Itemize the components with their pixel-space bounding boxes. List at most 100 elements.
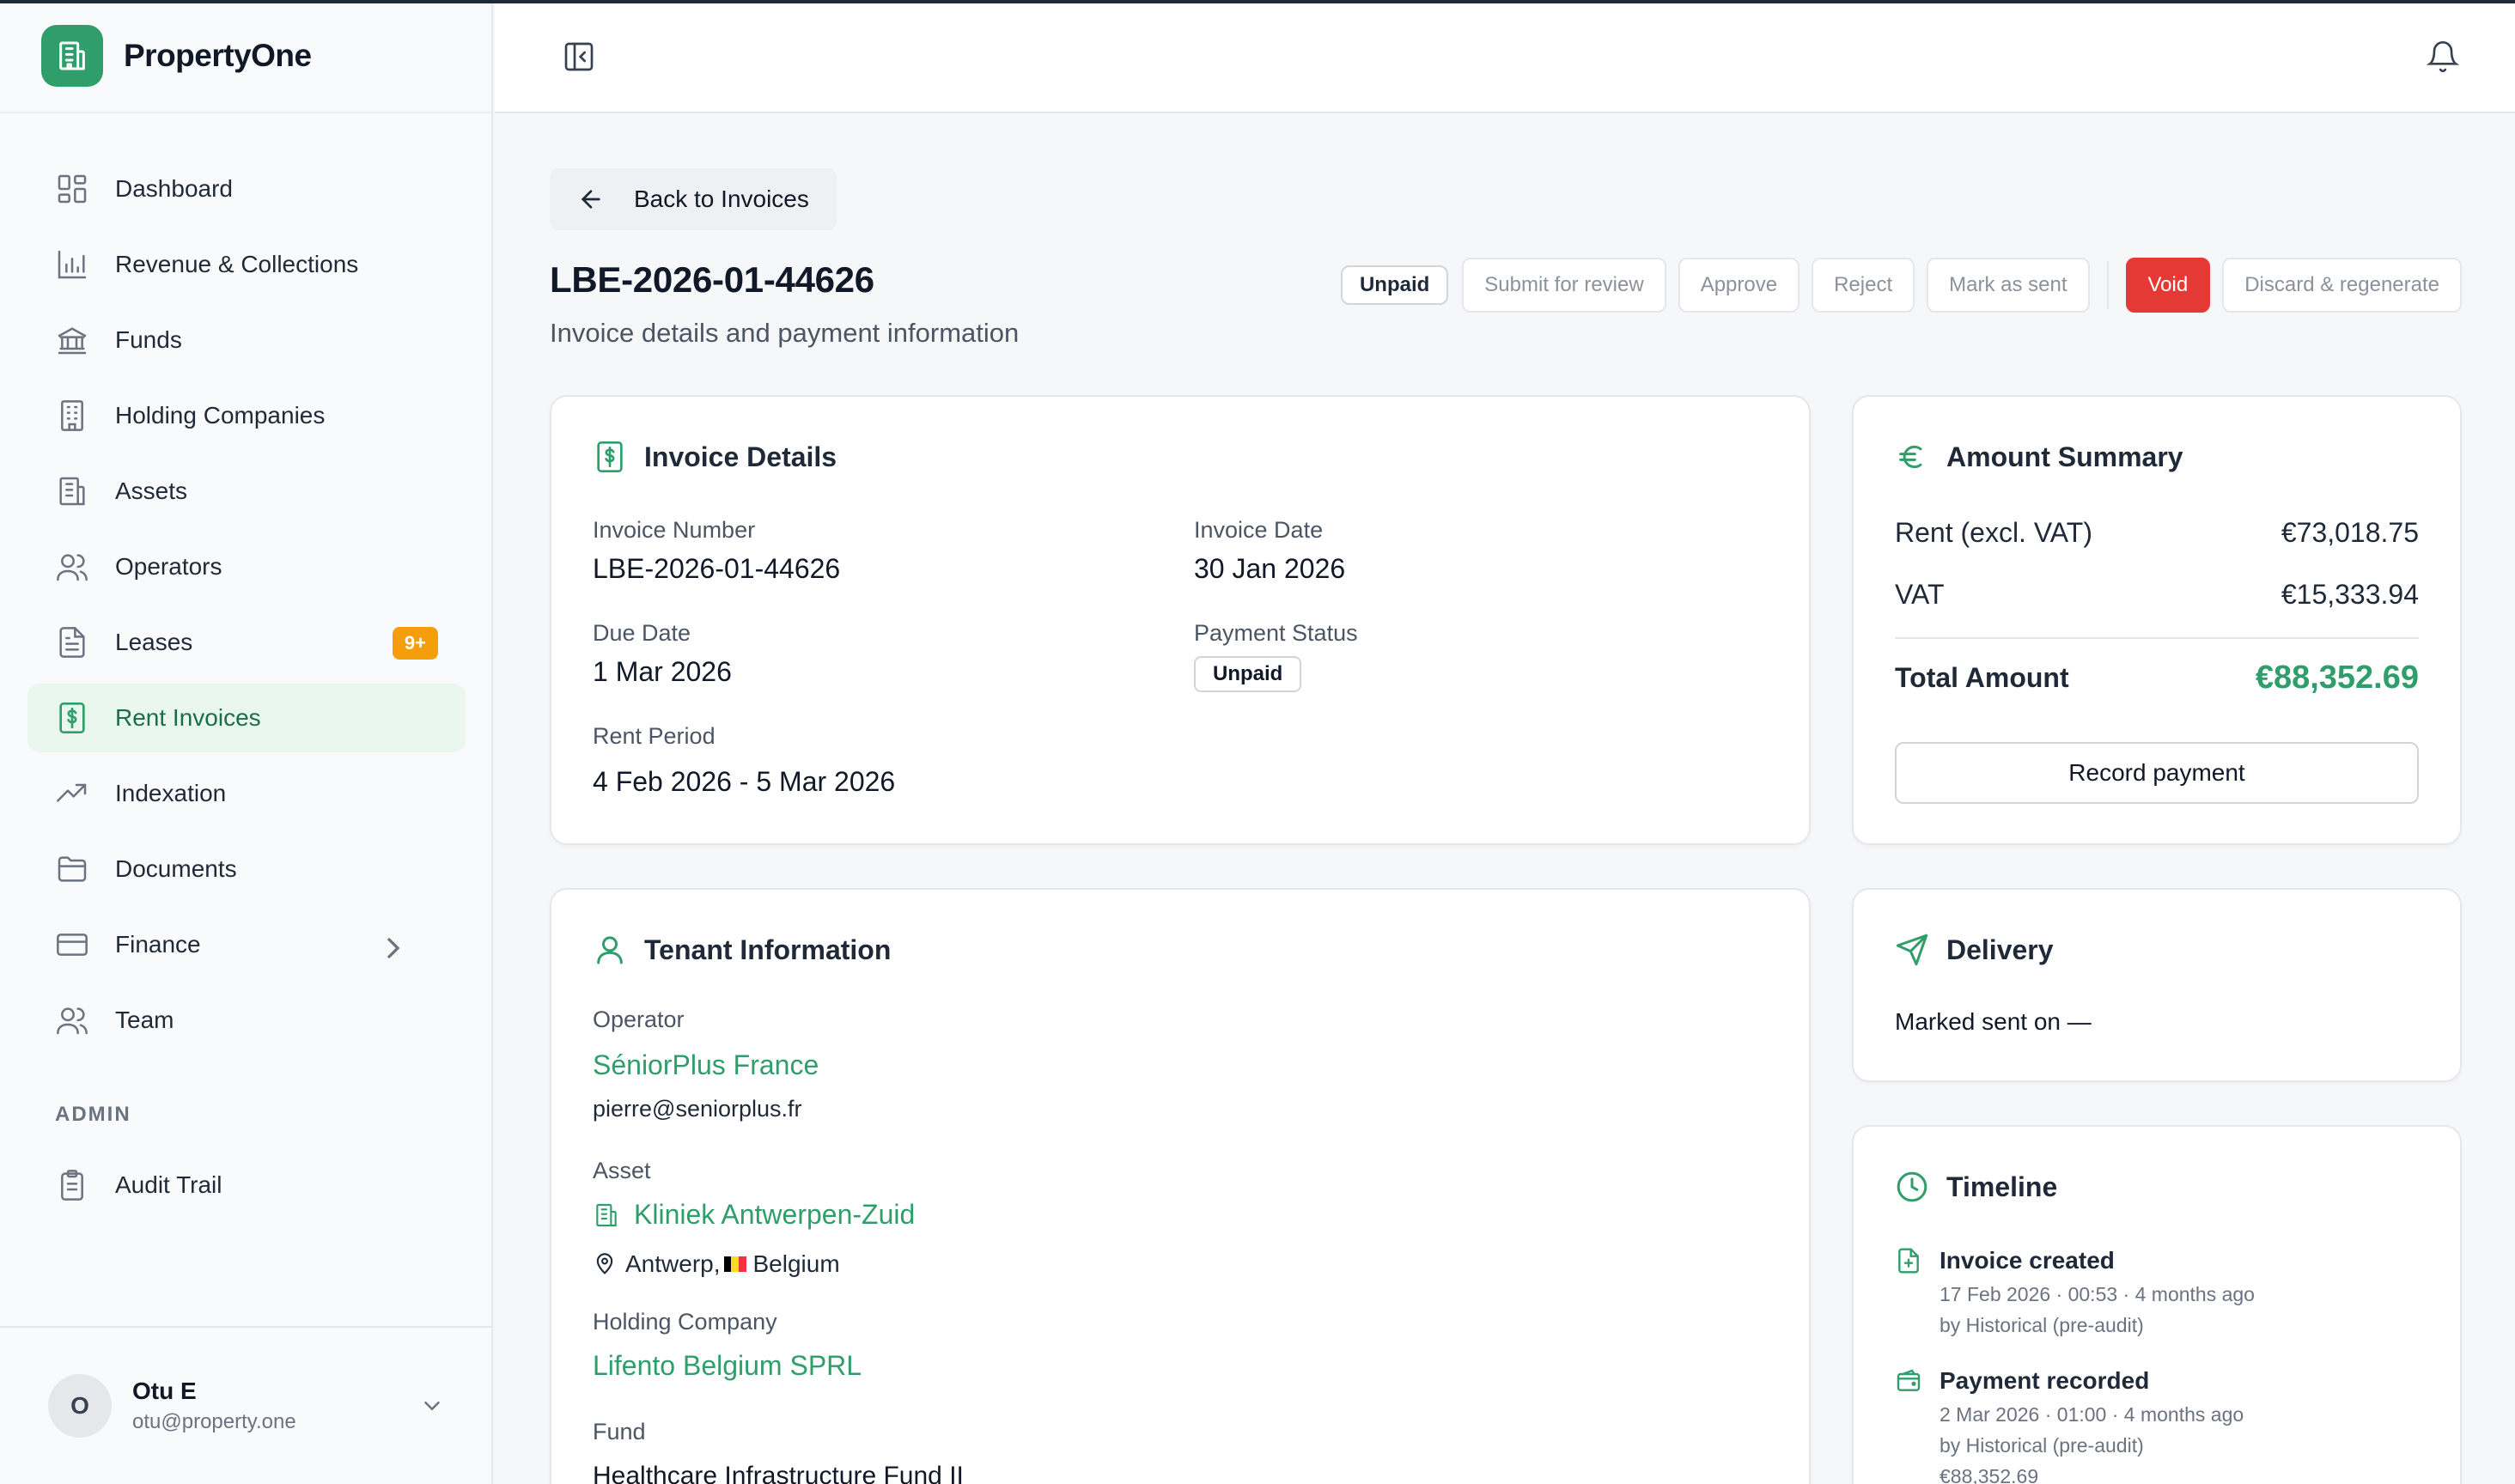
- operator-link[interactable]: SéniorPlus France: [593, 1049, 819, 1081]
- sidebar-item-audit-trail[interactable]: Audit Trail: [27, 1151, 466, 1219]
- holding-company-link[interactable]: Lifento Belgium SPRL: [593, 1350, 862, 1382]
- window-top-border: [0, 0, 2515, 3]
- clipboard-icon: [61, 1170, 83, 1201]
- rent-row: Rent (excl. VAT) €73,018.75: [1895, 517, 2419, 549]
- vat-label: VAT: [1895, 579, 1945, 610]
- sidebar-item-indexation[interactable]: Indexation: [27, 759, 466, 828]
- page-subtitle: Invoice details and payment information: [550, 318, 1020, 348]
- sidebar-item-team[interactable]: Team: [27, 986, 466, 1055]
- bank-icon: [58, 327, 87, 355]
- approve-button[interactable]: Approve: [1678, 258, 1800, 313]
- admin-nav: Audit Trail: [27, 1151, 466, 1226]
- mark-as-sent-button[interactable]: Mark as sent: [1927, 258, 2090, 313]
- discard-regenerate-button[interactable]: Discard & regenerate: [2222, 258, 2462, 313]
- office-building-icon: [61, 400, 83, 431]
- avatar: O: [48, 1374, 112, 1438]
- card-title: Delivery: [1946, 934, 2054, 965]
- dashboard-icon: [58, 174, 87, 204]
- record-payment-button[interactable]: Record payment: [1895, 742, 2419, 804]
- asset-link[interactable]: Kliniek Antwerpen-Zuid: [634, 1199, 915, 1231]
- rent-period-label: Rent Period: [593, 723, 716, 749]
- credit-card-icon: [57, 934, 88, 956]
- user-icon: [597, 936, 623, 964]
- sidebar-item-leases[interactable]: Leases 9+: [27, 608, 466, 677]
- sidebar-item-operators[interactable]: Operators: [27, 532, 466, 601]
- building-logo-icon: [41, 25, 103, 87]
- sidebar-item-label: Indexation: [115, 780, 227, 806]
- vat-value: €15,333.94: [2281, 579, 2419, 610]
- status-badge: Unpaid: [1340, 265, 1449, 305]
- void-button[interactable]: Void: [2125, 258, 2211, 313]
- sidebar-item-documents[interactable]: Documents: [27, 835, 466, 903]
- due-date-label: Due Date: [593, 620, 691, 646]
- sidebar-item-funds[interactable]: Funds: [27, 306, 466, 374]
- document-icon: [59, 627, 85, 658]
- user-email: otu@property.one: [132, 1410, 296, 1433]
- sidebar-item-rent-invoices[interactable]: Rent Invoices: [27, 684, 466, 752]
- building-icon: [59, 477, 85, 506]
- bar-chart-icon: [58, 250, 87, 279]
- reject-button[interactable]: Reject: [1812, 258, 1915, 313]
- payment-status-badge: Unpaid: [1194, 656, 1302, 692]
- sidebar: PropertyOne Dashboard Revenue & Collecti…: [0, 0, 493, 1484]
- submit-for-review-button[interactable]: Submit for review: [1462, 258, 1666, 313]
- card-title: Amount Summary: [1946, 441, 2183, 472]
- fund-value: Healthcare Infrastructure Fund II: [593, 1462, 964, 1484]
- delivery-card: Delivery Marked sent on —: [1852, 888, 2462, 1082]
- rent-period-value: 4 Feb 2026 - 5 Mar 2026: [593, 766, 896, 797]
- invoice-dollar-icon: [59, 702, 85, 733]
- sidebar-item-label: Funds: [115, 326, 182, 353]
- user-menu[interactable]: O Otu E otu@property.one: [0, 1326, 493, 1484]
- bell-icon[interactable]: [2426, 40, 2460, 74]
- card-title: Timeline: [1946, 1171, 2058, 1202]
- holding-company-label: Holding Company: [593, 1309, 777, 1335]
- total-value: €88,352.69: [2255, 660, 2419, 696]
- invoice-date-value: 30 Jan 2026: [1194, 553, 1346, 584]
- sidebar-toggle-icon[interactable]: [562, 40, 596, 74]
- marked-sent-text: Marked sent on —: [1895, 1008, 2092, 1035]
- event-title: Invoice created: [1940, 1247, 2115, 1274]
- euro-icon: [1899, 445, 1922, 469]
- user-name: Otu E: [132, 1378, 197, 1404]
- sidebar-item-assets[interactable]: Assets: [27, 457, 466, 526]
- map-pin-icon: [596, 1253, 613, 1274]
- vat-row: VAT €15,333.94: [1895, 579, 2419, 611]
- timeline-card: Timeline Invoice created 17 Feb 2026 · 0…: [1852, 1125, 2462, 1484]
- chevron-down-icon[interactable]: [419, 1393, 445, 1419]
- operator-email: pierre@seniorplus.fr: [593, 1096, 802, 1122]
- send-icon: [1896, 934, 1928, 966]
- clock-icon: [1897, 1171, 1927, 1202]
- wallet-icon: [1897, 1369, 1921, 1391]
- asset-city: Antwerp,: [625, 1250, 721, 1277]
- users-icon: [57, 554, 88, 581]
- invoice-actions: Unpaid Submit for review Approve Reject …: [1340, 258, 2462, 313]
- payment-status-label: Payment Status: [1194, 620, 1358, 646]
- main-content: Back to Invoices LBE-2026-01-44626 Invoi…: [495, 115, 2515, 1484]
- sidebar-nav: Dashboard Revenue & Collections Funds Ho…: [27, 155, 466, 1061]
- invoice-number-value: LBE-2026-01-44626: [593, 553, 841, 584]
- top-header: [495, 0, 2515, 113]
- sidebar-item-label: Team: [115, 1007, 174, 1033]
- rent-label: Rent (excl. VAT): [1895, 517, 2092, 548]
- card-title: Invoice Details: [644, 441, 837, 472]
- sidebar-item-finance[interactable]: Finance: [27, 910, 466, 979]
- sidebar-item-label: Revenue & Collections: [115, 251, 359, 277]
- invoice-details-card: Invoice Details Invoice Number LBE-2026-…: [550, 395, 1811, 845]
- file-plus-icon: [1898, 1248, 1919, 1274]
- sidebar-item-revenue[interactable]: Revenue & Collections: [27, 230, 466, 299]
- card-title: Tenant Information: [644, 934, 892, 965]
- event-author: by Historical (pre-audit): [1940, 1434, 2144, 1457]
- asset-country: Belgium: [752, 1250, 840, 1277]
- back-label: Back to Invoices: [634, 186, 809, 212]
- sidebar-item-holding-companies[interactable]: Holding Companies: [27, 381, 466, 450]
- sidebar-item-label: Dashboard: [115, 175, 233, 202]
- event-author: by Historical (pre-audit): [1940, 1314, 2144, 1336]
- sidebar-item-dashboard[interactable]: Dashboard: [27, 155, 466, 223]
- tenant-information-card: Tenant Information Operator SéniorPlus F…: [550, 888, 1811, 1484]
- rent-value: €73,018.75: [2281, 517, 2419, 548]
- event-amount: €88,352.69: [1940, 1465, 2039, 1484]
- leases-count-badge: 9+: [392, 627, 438, 660]
- back-to-invoices-button[interactable]: Back to Invoices: [550, 168, 837, 230]
- due-date-value: 1 Mar 2026: [593, 656, 732, 687]
- chevron-right-icon[interactable]: [376, 931, 411, 965]
